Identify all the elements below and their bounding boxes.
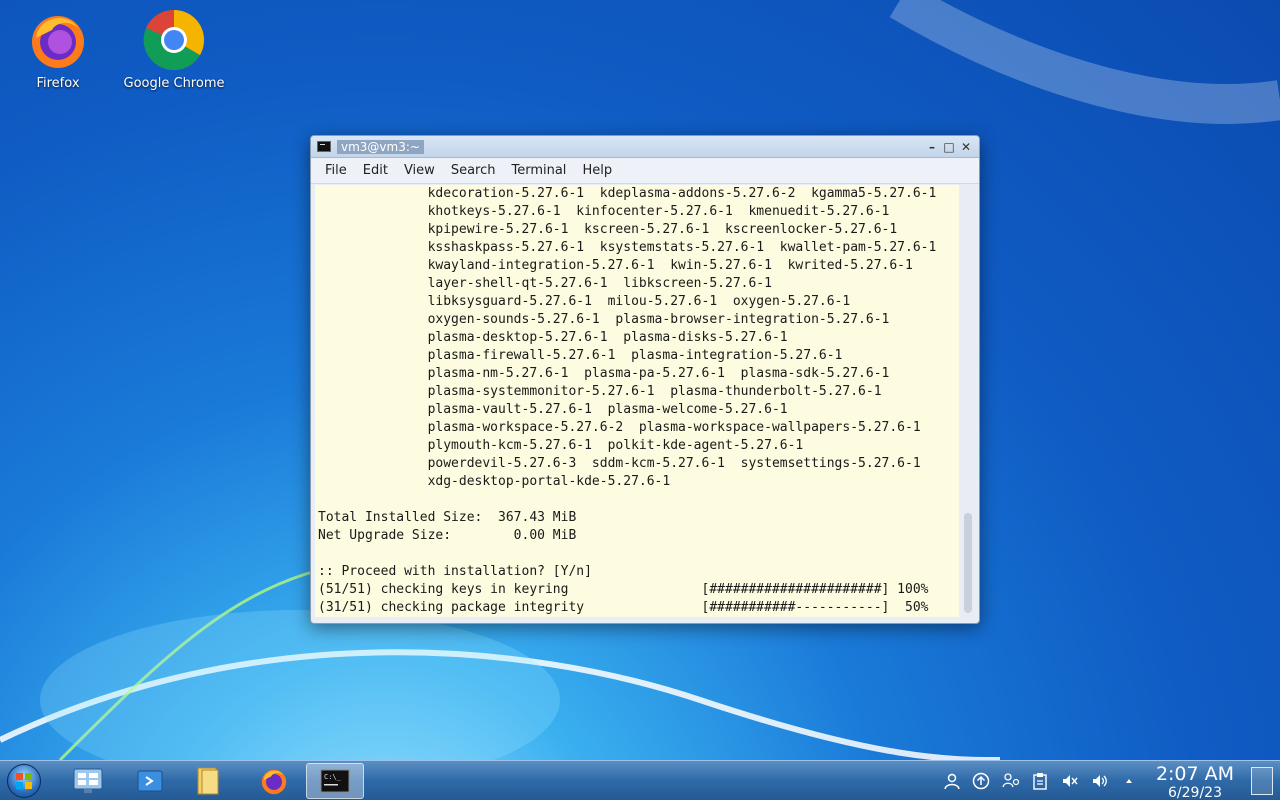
upload-icon[interactable] <box>971 771 991 791</box>
menu-search[interactable]: Search <box>443 163 504 178</box>
terminal-line: powerdevil-5.27.6-3 sddm-kcm-5.27.6-1 sy… <box>318 456 921 471</box>
minimize-icon[interactable]: – <box>925 140 939 154</box>
terminal-line: oxygen-sounds-5.27.6-1 plasma-browser-in… <box>318 312 890 327</box>
menu-terminal[interactable]: Terminal <box>503 163 574 178</box>
terminal-line: plasma-vault-5.27.6-1 plasma-welcome-5.2… <box>318 402 788 417</box>
clock-date: 6/29/23 <box>1168 785 1222 800</box>
terminal-line: Net Upgrade Size: 0.00 MiB <box>318 528 577 543</box>
desktop-icon-chrome[interactable]: Google Chrome <box>119 8 229 91</box>
terminal-line: plasma-systemmonitor-5.27.6-1 plasma-thu… <box>318 384 882 399</box>
terminal-icon: C:\_ <box>320 769 350 793</box>
start-button[interactable] <box>2 763 46 799</box>
taskbar-terminal[interactable]: C:\_ <box>306 763 364 799</box>
taskbar-file-manager[interactable] <box>186 763 230 799</box>
terminal-line: kwayland-integration-5.27.6-1 kwin-5.27.… <box>318 258 913 273</box>
svg-text:C:\_: C:\_ <box>324 773 342 781</box>
firefox-icon <box>261 769 287 795</box>
chrome-icon <box>143 9 205 71</box>
desktop-icon-label: Firefox <box>36 76 80 91</box>
taskbar: C:\_ 2:07 AM 6/29/23 <box>0 760 1280 800</box>
speaker-icon[interactable] <box>1090 771 1110 791</box>
network-icon[interactable] <box>1001 771 1021 791</box>
close-icon[interactable]: ✕ <box>959 140 973 154</box>
taskbar-system-settings[interactable] <box>66 763 110 799</box>
terminal-line: (51/51) checking keys in keyring [######… <box>318 582 929 597</box>
terminal-line: Total Installed Size: 367.43 MiB <box>318 510 577 525</box>
firefox-icon <box>32 16 84 68</box>
taskbar-firefox[interactable] <box>252 763 296 799</box>
terminal-line: (31/51) checking package integrity [####… <box>318 600 929 615</box>
control-panel-icon <box>73 768 103 793</box>
terminal-text: kdecoration-5.27.6-1 kdeplasma-addons-5.… <box>315 185 936 617</box>
terminal-line: ksshaskpass-5.27.6-1 ksystemstats-5.27.6… <box>318 240 937 255</box>
menu-file[interactable]: File <box>317 163 355 178</box>
window-title: vm3@vm3:~ <box>337 139 424 154</box>
terminal-scrollbar[interactable] <box>961 185 975 617</box>
terminal-line: plasma-firewall-5.27.6-1 plasma-integrat… <box>318 348 843 363</box>
terminal-line: plasma-desktop-5.27.6-1 plasma-disks-5.2… <box>318 330 788 345</box>
show-desktop-button[interactable] <box>1251 767 1273 795</box>
terminal-line: libksysguard-5.27.6-1 milou-5.27.6-1 oxy… <box>318 294 851 309</box>
start-orb-icon <box>7 764 41 798</box>
maximize-icon[interactable]: □ <box>942 140 956 154</box>
terminal-output[interactable]: kdecoration-5.27.6-1 kdeplasma-addons-5.… <box>315 185 959 617</box>
speaker-muted-icon[interactable] <box>1060 771 1080 791</box>
terminal-icon <box>317 141 331 152</box>
folder-icon <box>197 767 219 795</box>
terminal-line: khotkeys-5.27.6-1 kinfocenter-5.27.6-1 k… <box>318 204 890 219</box>
taskbar-clock[interactable]: 2:07 AM 6/29/23 <box>1150 763 1240 800</box>
terminal-line: layer-shell-qt-5.27.6-1 libkscreen-5.27.… <box>318 276 772 291</box>
window-titlebar[interactable]: vm3@vm3:~ – □ ✕ <box>311 136 979 158</box>
terminal-line: plasma-nm-5.27.6-1 plasma-pa-5.27.6-1 pl… <box>318 366 890 381</box>
discover-icon <box>137 770 163 792</box>
menu-edit[interactable]: Edit <box>355 163 396 178</box>
terminal-window[interactable]: vm3@vm3:~ – □ ✕ File Edit View Search Te… <box>310 135 980 624</box>
menu-view[interactable]: View <box>396 163 443 178</box>
menubar: File Edit View Search Terminal Help <box>311 158 979 184</box>
menu-help[interactable]: Help <box>574 163 620 178</box>
clock-time: 2:07 AM <box>1155 763 1235 785</box>
desktop-icon-firefox[interactable]: Firefox <box>3 8 113 91</box>
user-icon[interactable] <box>942 771 962 791</box>
terminal-line: xdg-desktop-portal-kde-5.27.6-1 <box>318 474 671 489</box>
clipboard-icon[interactable] <box>1030 771 1050 791</box>
terminal-line: plasma-workspace-5.27.6-2 plasma-workspa… <box>318 420 921 435</box>
terminal-line: plymouth-kcm-5.27.6-1 polkit-kde-agent-5… <box>318 438 804 453</box>
terminal-line: :: Proceed with installation? [Y/n] <box>318 564 592 579</box>
tray-expand-icon[interactable] <box>1119 771 1139 791</box>
scrollbar-thumb[interactable] <box>964 513 972 613</box>
terminal-line: kpipewire-5.27.6-1 kscreen-5.27.6-1 kscr… <box>318 222 898 237</box>
taskbar-dolphin[interactable] <box>128 763 172 799</box>
desktop-icon-label: Google Chrome <box>123 76 225 91</box>
terminal-line: kdecoration-5.27.6-1 kdeplasma-addons-5.… <box>318 186 937 201</box>
